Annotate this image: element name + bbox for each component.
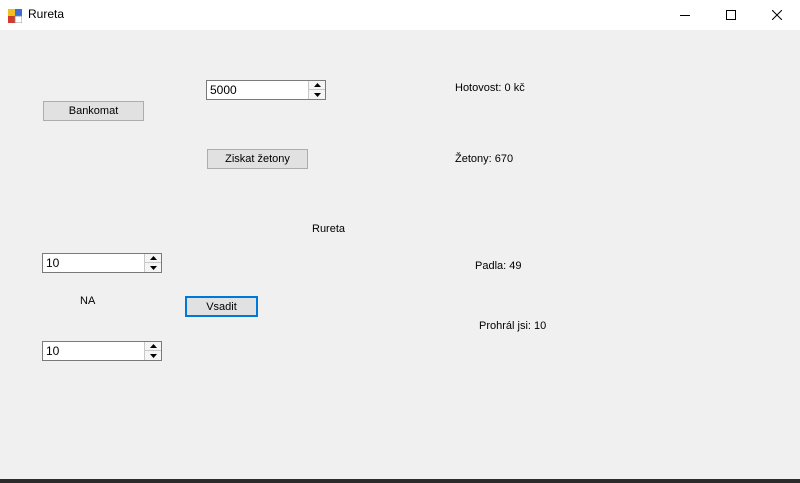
cash-label: Hotovost: 0 kč xyxy=(455,82,525,94)
app-window: Rureta Bankomat 5000 Ziskat žetony Hotov… xyxy=(0,0,800,483)
amount-down-button[interactable] xyxy=(309,90,325,99)
maximize-button[interactable] xyxy=(708,0,754,30)
minimize-button[interactable] xyxy=(662,0,708,30)
chips-label: Žetony: 670 xyxy=(455,153,514,165)
window-bottom-edge xyxy=(0,479,800,483)
on-label: NA xyxy=(80,295,96,307)
bet-number-stepper-arrows xyxy=(144,342,161,360)
roulette-title: Rureta xyxy=(312,223,346,235)
minimize-icon xyxy=(680,15,690,16)
bankomat-button[interactable]: Bankomat xyxy=(43,101,144,121)
bet-number-up-button[interactable] xyxy=(145,342,161,351)
bet-number-down-button[interactable] xyxy=(145,351,161,360)
amount-stepper-arrows xyxy=(308,81,325,99)
amount-stepper[interactable]: 5000 xyxy=(206,80,326,100)
bet-amount-up-button[interactable] xyxy=(145,254,161,263)
bet-amount-down-button[interactable] xyxy=(145,263,161,272)
outcome-label: Prohrál jsi: 10 xyxy=(479,320,547,332)
chevron-up-icon xyxy=(149,256,157,260)
chevron-up-icon xyxy=(313,83,321,87)
title-bar: Rureta xyxy=(0,0,800,30)
window-title: Rureta xyxy=(28,7,65,21)
amount-up-button[interactable] xyxy=(309,81,325,90)
chevron-up-icon xyxy=(149,344,157,348)
bet-number-value[interactable]: 10 xyxy=(46,344,59,358)
amount-value[interactable]: 5000 xyxy=(210,83,237,97)
bet-amount-stepper-arrows xyxy=(144,254,161,272)
roulette-app-icon xyxy=(8,8,23,24)
result-label: Padla: 49 xyxy=(475,260,522,272)
close-icon xyxy=(772,10,782,20)
bet-amount-stepper[interactable]: 10 xyxy=(42,253,162,273)
bet-number-stepper[interactable]: 10 xyxy=(42,341,162,361)
chevron-down-icon xyxy=(149,265,157,270)
close-button[interactable] xyxy=(754,0,800,30)
chevron-down-icon xyxy=(313,92,321,97)
chevron-down-icon xyxy=(149,353,157,358)
bet-button[interactable]: Vsadit xyxy=(185,296,258,317)
maximize-icon xyxy=(726,10,736,20)
get-chips-button[interactable]: Ziskat žetony xyxy=(207,149,308,169)
bet-amount-value[interactable]: 10 xyxy=(46,256,59,270)
